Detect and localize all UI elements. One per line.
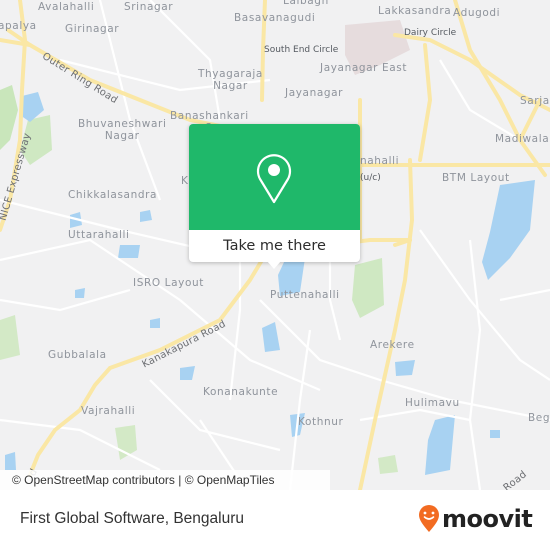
place-label: Konanakunte xyxy=(203,386,279,398)
place-label: Jayanagar xyxy=(285,87,344,99)
destination-popup[interactable]: Take me there xyxy=(189,124,360,269)
footer-bar: First Global Software, Bengaluru moovit xyxy=(0,490,550,550)
map-attribution[interactable]: © OpenStreetMap contributors | © OpenMap… xyxy=(0,470,330,490)
place-label: Girinagar xyxy=(65,23,120,35)
place-label: Hulimavu xyxy=(405,397,460,409)
place-label: Bhuvaneshwari Nagar xyxy=(78,118,167,142)
place-label: Thyagaraja Nagar xyxy=(198,68,263,92)
moovit-smile-pin-icon xyxy=(419,505,439,532)
take-me-there-button[interactable]: Take me there xyxy=(189,230,360,262)
place-label: Dairy Circle xyxy=(404,28,457,38)
place-label: Lakkasandra xyxy=(378,5,452,17)
place-label: apalya xyxy=(0,20,37,32)
place-label: Kothnur xyxy=(298,416,344,428)
place-label: Srinagar xyxy=(124,1,174,13)
place-label: K xyxy=(181,175,189,187)
place-label: Gubbalala xyxy=(48,349,107,361)
moovit-logo[interactable]: moovit xyxy=(418,504,533,534)
popup-pointer xyxy=(267,261,281,269)
place-label: Uttarahalli xyxy=(68,229,130,241)
place-label: Adugodi xyxy=(453,7,501,19)
place-label: Sarjap xyxy=(520,95,550,107)
place-label: Lalbagh xyxy=(283,0,329,7)
map-view[interactable]: Avalahalli Srinagar Lalbagh Lakkasandra Adug… xyxy=(0,0,550,490)
place-label: nahalli xyxy=(360,155,400,167)
place-label: Avalahalli xyxy=(38,1,95,13)
popup-header xyxy=(189,124,360,230)
place-label: Chikkalasandra xyxy=(68,189,158,201)
moovit-wordmark: moovit xyxy=(442,505,533,533)
place-label: ISRO Layout xyxy=(133,277,204,289)
place-label: Begu xyxy=(528,412,550,424)
location-pin-icon xyxy=(256,154,292,204)
place-label: South End Circle xyxy=(264,45,339,55)
location-title: First Global Software, Bengaluru xyxy=(20,510,244,527)
place-label: (u/c) xyxy=(360,173,381,183)
place-label: Arekere xyxy=(370,339,415,351)
place-label: BTM Layout xyxy=(442,172,510,184)
place-label: Jayanagar East xyxy=(320,62,408,74)
place-label: Vajrahalli xyxy=(81,405,136,417)
place-label: Puttenahalli xyxy=(270,289,340,301)
place-label: Basavanagudi xyxy=(234,12,316,24)
park-area xyxy=(378,455,398,474)
place-label: Madiwala xyxy=(495,133,550,145)
